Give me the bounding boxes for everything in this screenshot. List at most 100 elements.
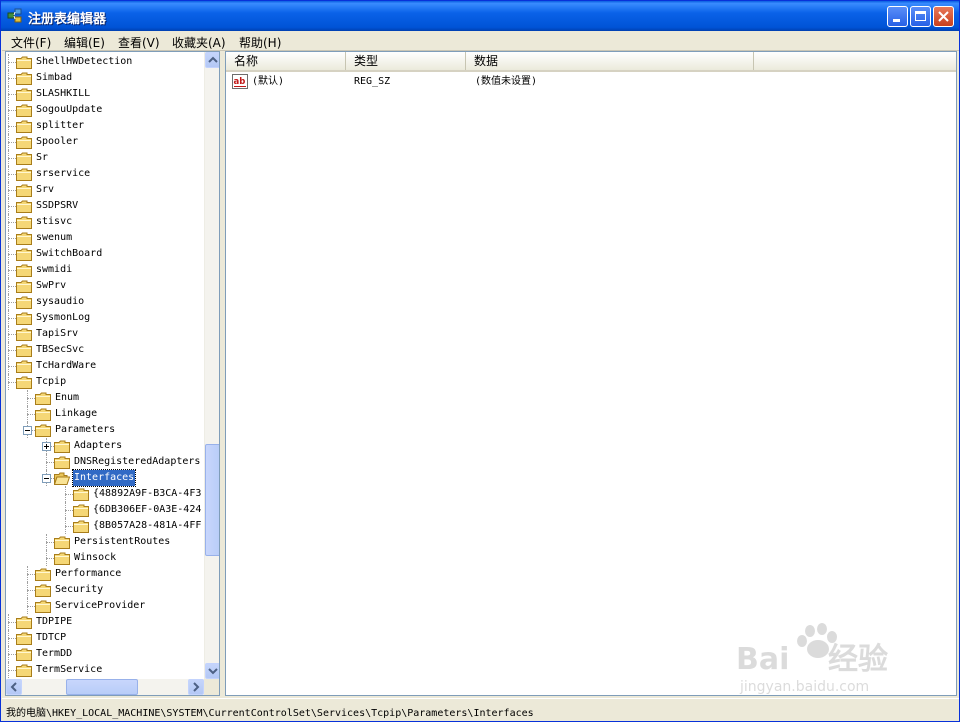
column-header-type[interactable]: 类型: [346, 52, 466, 70]
menu-view[interactable]: 查看(V): [118, 34, 160, 51]
tree-item[interactable]: Parameters: [6, 422, 204, 438]
tree-item[interactable]: Winsock: [6, 550, 204, 566]
scroll-right-button[interactable]: [188, 679, 204, 695]
minimize-button[interactable]: [887, 6, 908, 27]
tree-connector: [8, 190, 16, 191]
collapse-icon[interactable]: [23, 426, 32, 435]
tree-vertical-scrollbar[interactable]: [204, 52, 219, 679]
tree-item[interactable]: Sr: [6, 150, 204, 166]
tree-item[interactable]: Linkage: [6, 406, 204, 422]
tree-connector: [46, 550, 47, 566]
tree-item[interactable]: PersistentRoutes: [6, 534, 204, 550]
tree-item[interactable]: Simbad: [6, 70, 204, 86]
menu-bar: 文件(F) 编辑(E) 查看(V) 收藏夹(A) 帮助(H): [2, 31, 959, 51]
status-bar: 我的电脑\HKEY_LOCAL_MACHINE\SYSTEM\CurrentCo…: [2, 698, 959, 721]
tree-connector: [46, 542, 54, 543]
tree-item[interactable]: Interfaces: [6, 469, 204, 487]
tree-connector: [27, 606, 35, 607]
tree-item-label: Interfaces: [71, 469, 137, 487]
tree-connector: [27, 398, 35, 399]
tree-connector: [8, 110, 16, 111]
tree-item[interactable]: Tcpip: [6, 374, 204, 390]
list-header: 名称 类型 数据: [226, 52, 956, 72]
tree-item[interactable]: Enum: [6, 390, 204, 406]
folder-icon: [54, 456, 70, 469]
tree-item[interactable]: stisvc: [6, 214, 204, 230]
tree-item[interactable]: swenum: [6, 230, 204, 246]
tree-connector: [65, 486, 66, 502]
tree-connector: [46, 454, 47, 470]
tree-item[interactable]: DNSRegisteredAdapters: [6, 454, 204, 470]
tree-connector: [27, 590, 35, 591]
tree-item[interactable]: {6DB306EF-0A3E-424: [6, 502, 204, 518]
tree-item[interactable]: ServiceProvider: [6, 598, 204, 614]
column-header-name[interactable]: 名称: [226, 52, 346, 70]
value-list-pane[interactable]: 名称 类型 数据 ab (默认) REG_SZ (数值未设置): [225, 51, 957, 696]
tree-item-label: SwitchBoard: [36, 248, 103, 259]
tree-item[interactable]: SLASHKILL: [6, 86, 204, 102]
folder-icon: [73, 504, 89, 517]
menu-favorites[interactable]: 收藏夹(A): [172, 34, 226, 51]
maximize-button[interactable]: [910, 6, 931, 27]
menu-help[interactable]: 帮助(H): [239, 34, 281, 51]
title-bar[interactable]: 注册表编辑器: [1, 1, 959, 31]
baidu-jingyan-watermark: Bai 经验 jingyan.baidu.com: [736, 623, 888, 695]
tree-item[interactable]: SogouUpdate: [6, 102, 204, 118]
tree-item[interactable]: SysmonLog: [6, 310, 204, 326]
scroll-left-button[interactable]: [6, 679, 22, 695]
close-button[interactable]: [933, 6, 954, 27]
tree-horizontal-scroll-thumb[interactable]: [66, 679, 138, 695]
tree-item[interactable]: Adapters: [6, 438, 204, 454]
tree-item[interactable]: TBSecSvc: [6, 342, 204, 358]
registry-editor-icon: [7, 8, 22, 23]
tree-item-label: TermDD: [36, 648, 73, 659]
tree-connector: [8, 246, 9, 262]
list-row[interactable]: ab (默认) REG_SZ (数值未设置): [226, 73, 956, 90]
tree-connector: [8, 286, 16, 287]
tree-connector: [8, 238, 16, 239]
tree-item[interactable]: {48892A9F-B3CA-4F3: [6, 486, 204, 502]
tree-item[interactable]: sysaudio: [6, 294, 204, 310]
tree-item-label: Srv: [36, 184, 55, 195]
tree-connector: [8, 174, 16, 175]
tree-item[interactable]: splitter: [6, 118, 204, 134]
menu-edit[interactable]: 编辑(E): [64, 34, 105, 51]
tree-item[interactable]: Spooler: [6, 134, 204, 150]
tree-item[interactable]: SwitchBoard: [6, 246, 204, 262]
tree-vertical-scroll-thumb[interactable]: [205, 444, 219, 556]
folder-icon: [16, 264, 32, 277]
tree-item[interactable]: Srv: [6, 182, 204, 198]
scroll-down-button[interactable]: [205, 663, 219, 679]
tree-connector: [27, 390, 28, 406]
menu-file[interactable]: 文件(F): [11, 34, 51, 51]
scroll-up-button[interactable]: [205, 52, 219, 68]
tree-item-label: Tcpip: [36, 376, 67, 387]
tree-item[interactable]: TapiSrv: [6, 326, 204, 342]
tree-item[interactable]: TermDD: [6, 646, 204, 662]
expand-icon[interactable]: [42, 442, 51, 451]
tree-connector: [8, 102, 9, 118]
tree-connector: [8, 334, 16, 335]
tree-item[interactable]: SSDPSRV: [6, 198, 204, 214]
tree-item[interactable]: {8B057A28-481A-4FF: [6, 518, 204, 534]
folder-icon: [16, 216, 32, 229]
tree-item[interactable]: srservice: [6, 166, 204, 182]
tree-horizontal-scrollbar[interactable]: [6, 679, 204, 695]
tree-item[interactable]: TcHardWare: [6, 358, 204, 374]
tree-item[interactable]: TDPIPE: [6, 614, 204, 630]
tree-item[interactable]: TermService: [6, 662, 204, 678]
tree-item[interactable]: Security: [6, 582, 204, 598]
folder-icon: [16, 104, 32, 117]
tree-connector: [8, 214, 9, 230]
tree-connector: [8, 254, 16, 255]
tree-item[interactable]: SwPrv: [6, 278, 204, 294]
tree-item[interactable]: Performance: [6, 566, 204, 582]
tree-connector: [46, 462, 54, 463]
tree-item[interactable]: TDTCP: [6, 630, 204, 646]
column-header-data[interactable]: 数据: [466, 52, 754, 70]
tree-item[interactable]: swmidi: [6, 262, 204, 278]
key-tree-pane[interactable]: ShellHWDetection Simbad SLASHKILL SogouUpda…: [5, 51, 220, 696]
tree-connector: [8, 94, 16, 95]
collapse-icon[interactable]: [42, 474, 51, 483]
tree-item[interactable]: ShellHWDetection: [6, 54, 204, 70]
